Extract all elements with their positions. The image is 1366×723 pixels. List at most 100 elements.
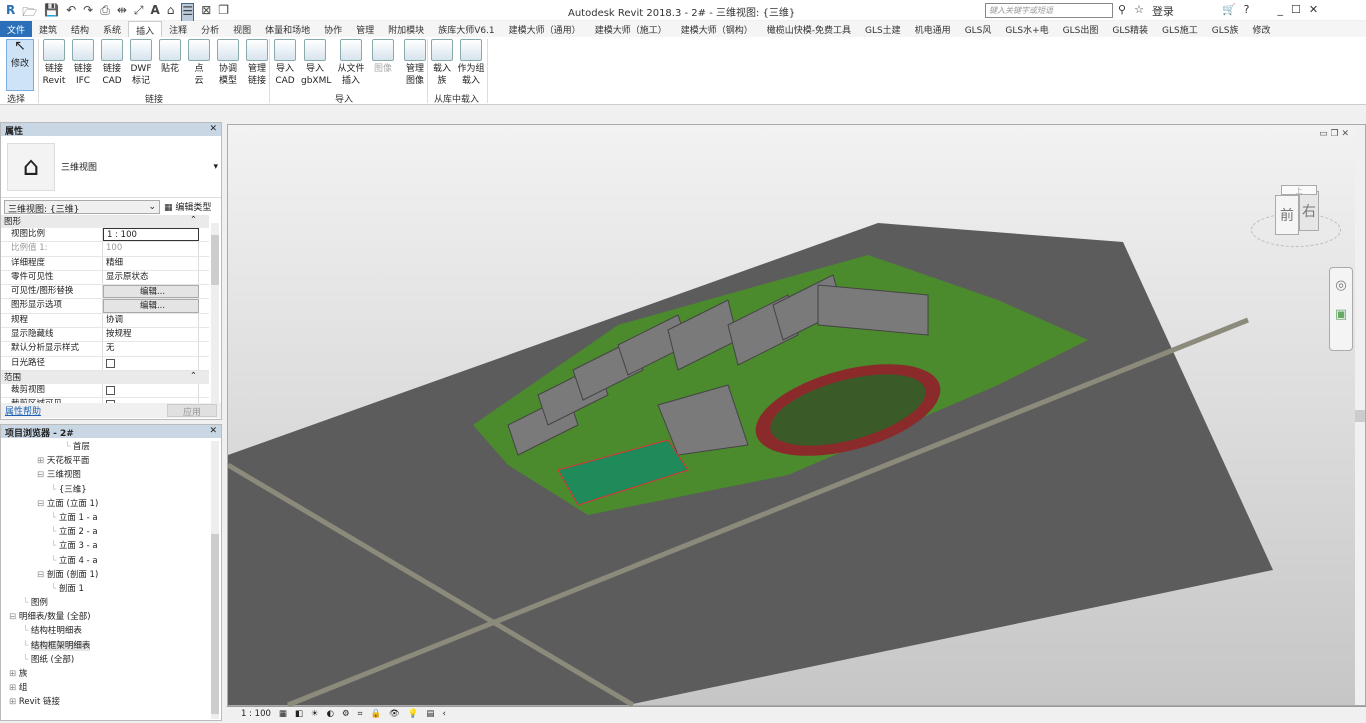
tree-item[interactable]: └ 剖面 1 (1, 582, 221, 596)
tree-item[interactable]: ⊟ 明细表/数量 (全部) (1, 610, 221, 624)
tab-6[interactable]: 分析 (194, 21, 226, 37)
tab-25[interactable]: 修改 (1245, 21, 1277, 37)
tab-8[interactable]: 体量和场地 (258, 21, 317, 37)
tree-item[interactable]: ⊟ 立面 (立面 1) (1, 497, 221, 511)
tree-item[interactable]: └ 首层 (1, 440, 221, 454)
property-group[interactable]: 图形 ⌃ (1, 215, 209, 228)
lock-view-icon[interactable]: 🔒 (370, 709, 381, 721)
tab-22[interactable]: GLS精装 (1105, 21, 1155, 37)
star-icon[interactable]: ☆ (1134, 3, 1144, 19)
import-button-4[interactable]: 管理 图像 (401, 39, 429, 87)
scrollbar-thumb[interactable] (1355, 410, 1365, 422)
expand-icon[interactable]: ⊞ (9, 697, 16, 707)
link-button-5[interactable]: 点云 (185, 39, 213, 87)
expand-icon[interactable]: ⊞ (37, 456, 44, 466)
apply-button[interactable]: 应用 (167, 404, 217, 418)
tab-13[interactable]: 建模大师（通用） (502, 21, 588, 37)
search-input[interactable]: 键入关键字或短语 (985, 3, 1113, 18)
reveal-hidden-icon[interactable]: 💡 (408, 709, 419, 721)
property-value[interactable]: 按规程 (103, 328, 199, 342)
expand-icon[interactable]: ⊟ (37, 499, 44, 509)
link-button-0[interactable]: 链接 Revit (40, 39, 68, 87)
tab-7[interactable]: 视图 (226, 21, 258, 37)
property-group[interactable]: 范围 ⌃ (1, 370, 209, 384)
3d-viewport[interactable]: ▭ ❐ ✕ 前 右 上 ◎ ▣ (226, 124, 1366, 708)
link-button-1[interactable]: 链接 IFC (69, 39, 97, 87)
tab-0[interactable]: 文件 (0, 21, 33, 37)
property-value[interactable]: 协调 (103, 313, 199, 328)
tab-24[interactable]: GLS族 (1205, 21, 1246, 37)
tree-item[interactable]: ⊟ 三维视图 (1, 468, 221, 482)
cart-icon[interactable]: 🛒 (1222, 3, 1236, 19)
select-panel-label[interactable]: 选择 (7, 92, 25, 105)
tree-item[interactable]: └ 立面 1 - a (1, 511, 221, 525)
library-button-0[interactable]: 载入族 (428, 39, 456, 87)
edit-type-button[interactable]: ▦ 编辑类型 (164, 200, 211, 213)
tab-4[interactable]: 插入 (128, 21, 163, 37)
expand-icon[interactable]: ⊞ (9, 683, 16, 693)
tab-18[interactable]: 机电通用 (908, 21, 958, 37)
minimize-button[interactable]: _ (1277, 3, 1283, 19)
tab-3[interactable]: 系统 (96, 21, 128, 37)
tree-item[interactable]: └ 立面 3 - a (1, 539, 221, 553)
close-icon[interactable]: ✕ (209, 426, 217, 437)
collapse-icon[interactable]: ⌃ (190, 371, 197, 384)
collapse-icon[interactable]: ‹ (442, 709, 445, 721)
sun-path-icon[interactable]: ☀ (311, 709, 319, 721)
tree-item[interactable]: └ {三维} (1, 483, 221, 497)
property-value[interactable]: 编辑... (103, 285, 199, 299)
expand-icon[interactable]: ⊟ (9, 612, 16, 622)
tab-19[interactable]: GLS风 (958, 21, 999, 37)
tab-16[interactable]: 橄榄山快模-免费工具 (760, 21, 858, 37)
property-value[interactable]: 100 (103, 242, 199, 256)
zoom-icon[interactable]: ▣ (1330, 307, 1352, 322)
visual-style-icon[interactable]: ◧ (295, 709, 303, 721)
checkbox[interactable] (106, 385, 115, 395)
link-button-3[interactable]: DWF 标记 (127, 39, 155, 87)
expand-icon[interactable]: ⊟ (37, 570, 44, 580)
link-button-2[interactable]: 链接 CAD (98, 39, 126, 87)
property-value[interactable]: 精细 (103, 256, 199, 270)
property-value[interactable]: 1 : 100 (103, 228, 199, 242)
tab-10[interactable]: 管理 (349, 21, 381, 37)
help-icon[interactable]: ? (1244, 3, 1250, 19)
import-button-1[interactable]: 导入 gbXML (301, 39, 331, 87)
close-icon[interactable]: ✕ (209, 124, 217, 135)
binoculars-icon[interactable]: ⚲ (1118, 3, 1126, 19)
expand-icon[interactable]: ⊞ (9, 669, 16, 679)
import-button-3[interactable]: 图像 (369, 39, 397, 75)
tree-item[interactable]: └ 结构柱明细表 (1, 624, 221, 638)
temporary-view-icon[interactable]: ▤ (426, 709, 434, 721)
property-value[interactable]: 编辑... (103, 299, 199, 313)
tree-item[interactable]: └ 图纸 (全部) (1, 653, 221, 667)
tab-1[interactable]: 建筑 (32, 21, 64, 37)
link-button-4[interactable]: 贴花 (156, 39, 184, 75)
detail-level-icon[interactable]: ▦ (279, 709, 287, 721)
import-button-0[interactable]: 导入 CAD (271, 39, 299, 87)
login-button[interactable]: 登录 (1152, 3, 1174, 19)
maximize-button[interactable]: ☐ (1291, 3, 1301, 19)
checkbox[interactable] (106, 358, 115, 368)
tab-21[interactable]: GLS出图 (1056, 21, 1106, 37)
tree-item[interactable]: └ 结构框架明细表 (1, 639, 221, 653)
steering-wheel-icon[interactable]: ◎ (1330, 278, 1352, 293)
scale-selector[interactable]: 1 : 100 (241, 709, 271, 721)
properties-help-link[interactable]: 属性帮助 (5, 404, 41, 417)
modify-button[interactable]: ↖ 修改 (6, 39, 34, 91)
property-value[interactable]: 无 (103, 342, 199, 356)
collapse-icon[interactable]: ⌃ (190, 215, 197, 228)
tree-item[interactable]: ⊞ Revit 链接 (1, 695, 221, 709)
render-icon[interactable]: ⚙ (342, 709, 350, 721)
crop-view-icon[interactable]: ⌗ (358, 709, 363, 721)
tree-item[interactable]: ⊞ 组 (1, 681, 221, 695)
tab-9[interactable]: 协作 (317, 21, 349, 37)
scrollbar-thumb[interactable] (211, 235, 219, 285)
tree-item[interactable]: ⊞ 天花板平面 (1, 454, 221, 468)
type-selector[interactable]: ⌂ 三维视图 ▾ (1, 136, 221, 198)
tab-2[interactable]: 结构 (64, 21, 96, 37)
scrollbar-thumb[interactable] (211, 534, 219, 714)
tree-item[interactable]: ⊟ 剖面 (剖面 1) (1, 568, 221, 582)
import-button-2[interactable]: 从文件 插入 (337, 39, 365, 87)
tab-12[interactable]: 族库大师V6.1 (431, 21, 501, 37)
tab-5[interactable]: 注释 (162, 21, 194, 37)
